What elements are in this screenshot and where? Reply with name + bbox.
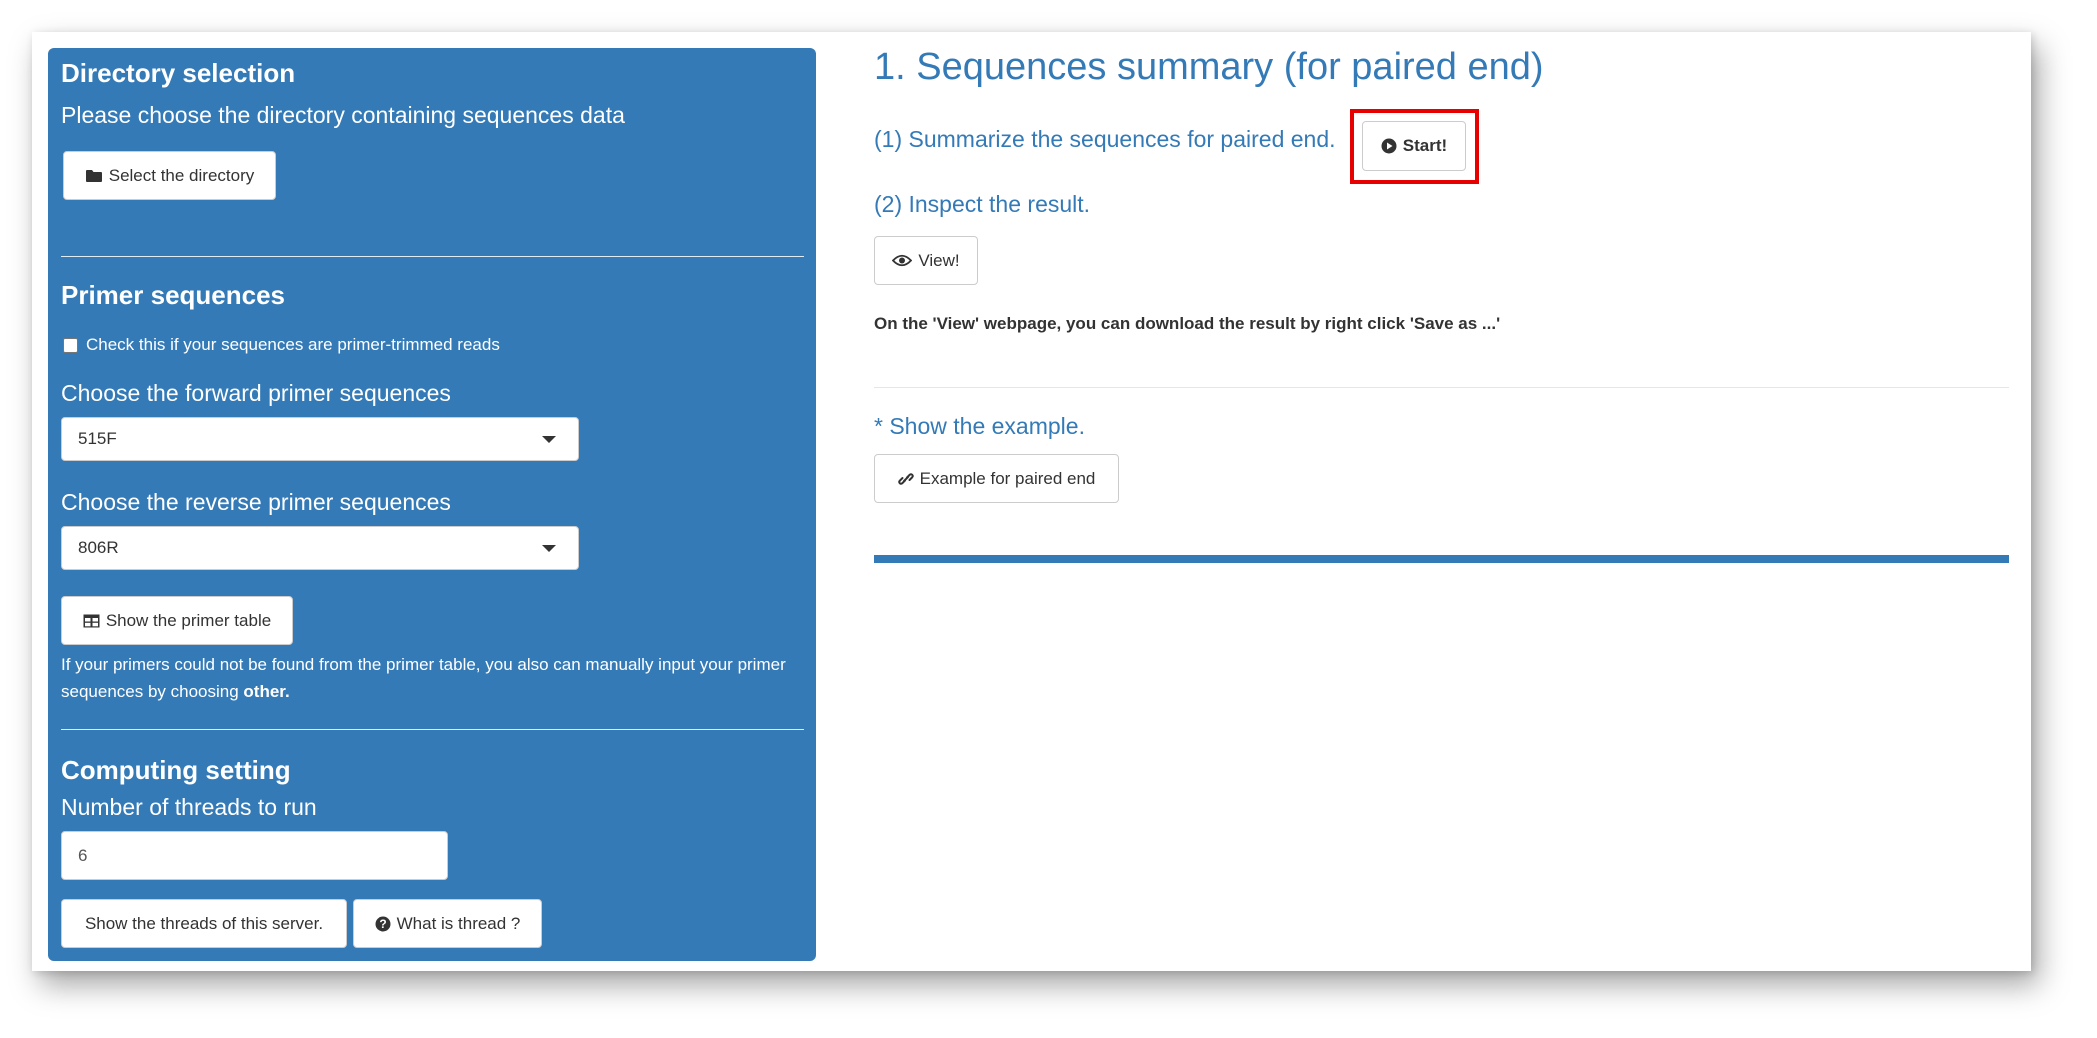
section-divider: [61, 256, 804, 257]
computing-section-title: Computing setting: [61, 755, 291, 785]
svg-text:?: ?: [379, 917, 386, 931]
reverse-primer-label: Choose the reverse primer sequences: [61, 489, 451, 515]
content-footer-bar: [874, 555, 2009, 563]
show-primer-table-button[interactable]: Show the primer table: [61, 596, 293, 645]
what-is-thread-label: What is thread ?: [396, 913, 521, 933]
chevron-down-icon: [542, 545, 556, 552]
reverse-primer-select[interactable]: 806R: [61, 526, 579, 570]
show-primer-table-label: Show the primer table: [105, 610, 272, 630]
select-directory-button[interactable]: Select the directory: [63, 151, 276, 200]
step1-label: (1) Summarize the sequences for paired e…: [874, 126, 1336, 152]
primer-help-other: other.: [243, 682, 290, 701]
start-button-highlight: [1350, 109, 1479, 184]
threads-label: Number of threads to run: [61, 794, 317, 820]
threads-input[interactable]: 6: [61, 831, 448, 880]
what-is-thread-button[interactable]: ? What is thread ?: [353, 899, 542, 948]
view-button[interactable]: View!: [874, 236, 978, 285]
page-title: 1. Sequences summary (for paired end): [874, 46, 1544, 88]
step2-label: (2) Inspect the result.: [874, 191, 1091, 217]
forward-primer-select[interactable]: 515F: [61, 417, 579, 461]
download-note: On the 'View' webpage, you can download …: [874, 314, 1501, 333]
forward-primer-value: 515F: [78, 429, 117, 448]
primer-help-text: If your primers could not be found from …: [61, 651, 801, 705]
threads-input-value: 6: [78, 845, 88, 865]
view-button-label: View!: [918, 250, 960, 270]
forward-primer-label: Choose the forward primer sequences: [61, 380, 451, 406]
app-frame: Directory selection Please choose the di…: [32, 32, 2031, 971]
primer-trimmed-checkbox[interactable]: [63, 338, 78, 353]
chevron-down-icon: [542, 436, 556, 443]
folder-icon: [85, 169, 103, 183]
example-button-label: Example for paired end: [919, 468, 1096, 488]
primer-section-title: Primer sequences: [61, 280, 286, 310]
directory-section-title: Directory selection: [61, 58, 296, 88]
primer-help-note: If your primers could not be found from …: [61, 655, 786, 701]
reverse-primer-value: 806R: [78, 538, 119, 557]
content-divider: [874, 387, 2009, 388]
link-icon: [897, 471, 914, 487]
show-threads-label: Show the threads of this server.: [84, 913, 324, 933]
select-directory-label: Select the directory: [108, 165, 255, 185]
show-threads-button[interactable]: Show the threads of this server.: [61, 899, 347, 948]
example-heading: * Show the example.: [874, 413, 1085, 439]
example-paired-end-button[interactable]: Example for paired end: [874, 454, 1119, 503]
sidebar-panel: Directory selection Please choose the di…: [48, 48, 816, 961]
table-icon: [83, 614, 100, 628]
primer-trimmed-label: Check this if your sequences are primer-…: [86, 335, 500, 354]
question-circle-icon: ?: [375, 916, 391, 932]
section-divider: [61, 729, 804, 730]
directory-label: Please choose the directory containing s…: [61, 102, 625, 128]
eye-icon: [892, 254, 913, 267]
